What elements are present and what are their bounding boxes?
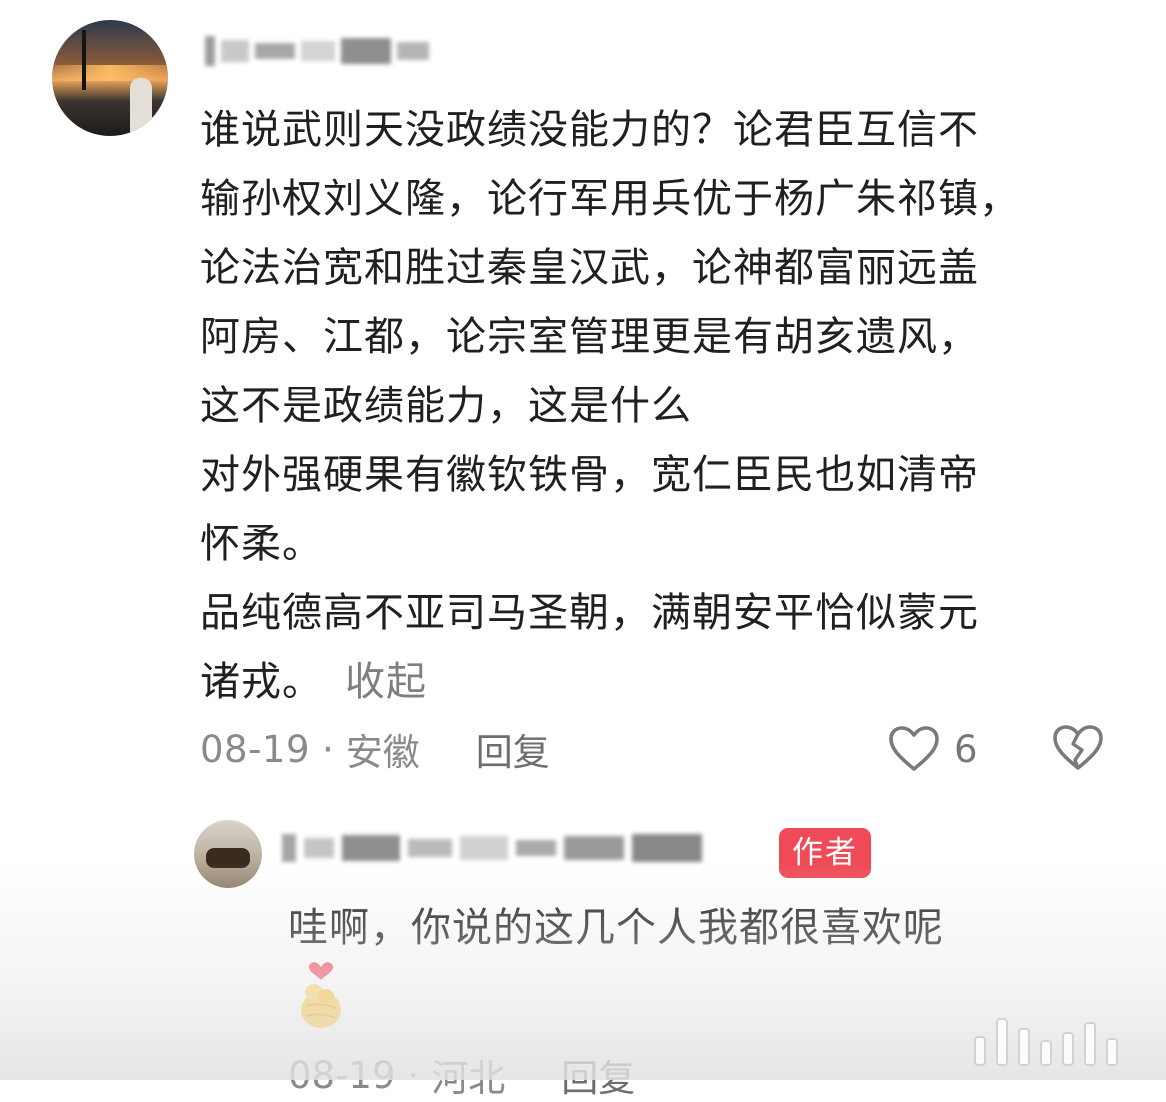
redaction-block <box>301 41 335 61</box>
comment-line: 诸戎。 <box>200 659 323 705</box>
meta-separator: · <box>322 727 334 771</box>
watermark-bar <box>1084 1022 1096 1066</box>
username-redacted[interactable] <box>205 32 429 70</box>
broken-heart-icon[interactable] <box>1052 724 1104 772</box>
redaction-block <box>221 40 249 62</box>
comment-line: 谁说武则天没政绩没能力的？论君臣互信不 <box>200 107 979 153</box>
heart-outline-icon <box>889 726 939 771</box>
avatar-pole <box>82 30 86 90</box>
reply-meta: 08-19 · 河北 回复 <box>288 1048 635 1102</box>
avatar-figure <box>130 78 152 136</box>
comment-line: 阿房、江都，论宗室管理更是有胡亥遗风， <box>200 314 979 360</box>
comment-line: 论法治宽和胜过秦皇汉武，论神都富丽远盖 <box>200 245 979 291</box>
redaction-block <box>342 835 400 861</box>
comment-date: 08-19 <box>200 727 311 771</box>
comment-line: 品纯德高不亚司马圣朝，满朝安平恰似蒙元 <box>200 590 979 636</box>
comment-line-last: 诸戎。 收起 <box>200 648 1140 717</box>
watermark-bar <box>996 1018 1008 1066</box>
reply-location: 河北 <box>431 1057 506 1100</box>
watermark-icon <box>974 1018 1118 1066</box>
watermark-bar <box>1040 1040 1052 1066</box>
watermark-bar <box>1018 1028 1030 1066</box>
avatar-sunset <box>52 65 168 81</box>
watermark-bar <box>1062 1032 1074 1066</box>
comment-body: 谁说武则天没政绩没能力的？论君臣互信不 输孙权刘义隆，论行军用兵优于杨广朱祁镇，… <box>200 96 1140 717</box>
watermark-bar <box>1106 1038 1118 1066</box>
avatar-horse <box>206 848 250 868</box>
avatar[interactable] <box>52 20 168 136</box>
collapse-link[interactable]: 收起 <box>345 659 427 705</box>
comment-location: 安徽 <box>345 731 420 774</box>
redaction-block <box>341 38 391 64</box>
redaction-block <box>564 836 624 860</box>
like-button[interactable]: 6 <box>888 722 978 776</box>
comment-line: 怀柔。 <box>200 521 323 567</box>
reply-avatar[interactable] <box>194 820 262 888</box>
reply-date: 08-19 <box>288 1053 396 1097</box>
reply-button[interactable]: 回复 <box>561 1048 635 1102</box>
redaction-block <box>460 836 508 860</box>
comment-line: 对外强硬果有徽钦铁骨，宽仁臣民也如清帝 <box>200 452 979 498</box>
author-badge: 作者 <box>779 828 871 878</box>
like-count: 6 <box>954 727 978 771</box>
redaction-block <box>255 43 295 59</box>
meta-separator: · <box>407 1053 420 1097</box>
redaction-block <box>205 36 215 66</box>
reply-button[interactable]: 回复 <box>476 722 550 776</box>
redaction-block <box>516 840 556 856</box>
redaction-block <box>304 838 334 858</box>
watermark-bar <box>974 1036 986 1066</box>
comment-line: 输孙权刘义隆，论行军用兵优于杨广朱祁镇， <box>200 176 1020 222</box>
redaction-block <box>408 839 452 857</box>
finger-heart-emoji-icon <box>301 962 341 1028</box>
redaction-block <box>282 834 296 862</box>
reply-username-redacted[interactable] <box>282 834 702 862</box>
comment-meta: 08-19 · 安徽 回复 6 <box>200 722 1120 776</box>
reply-body: 哇啊，你说的这几个人我都很喜欢呢 <box>288 905 944 951</box>
redaction-block <box>397 42 429 60</box>
comment-line: 这不是政绩能力，这是什么 <box>200 383 692 429</box>
redaction-block <box>632 834 702 862</box>
